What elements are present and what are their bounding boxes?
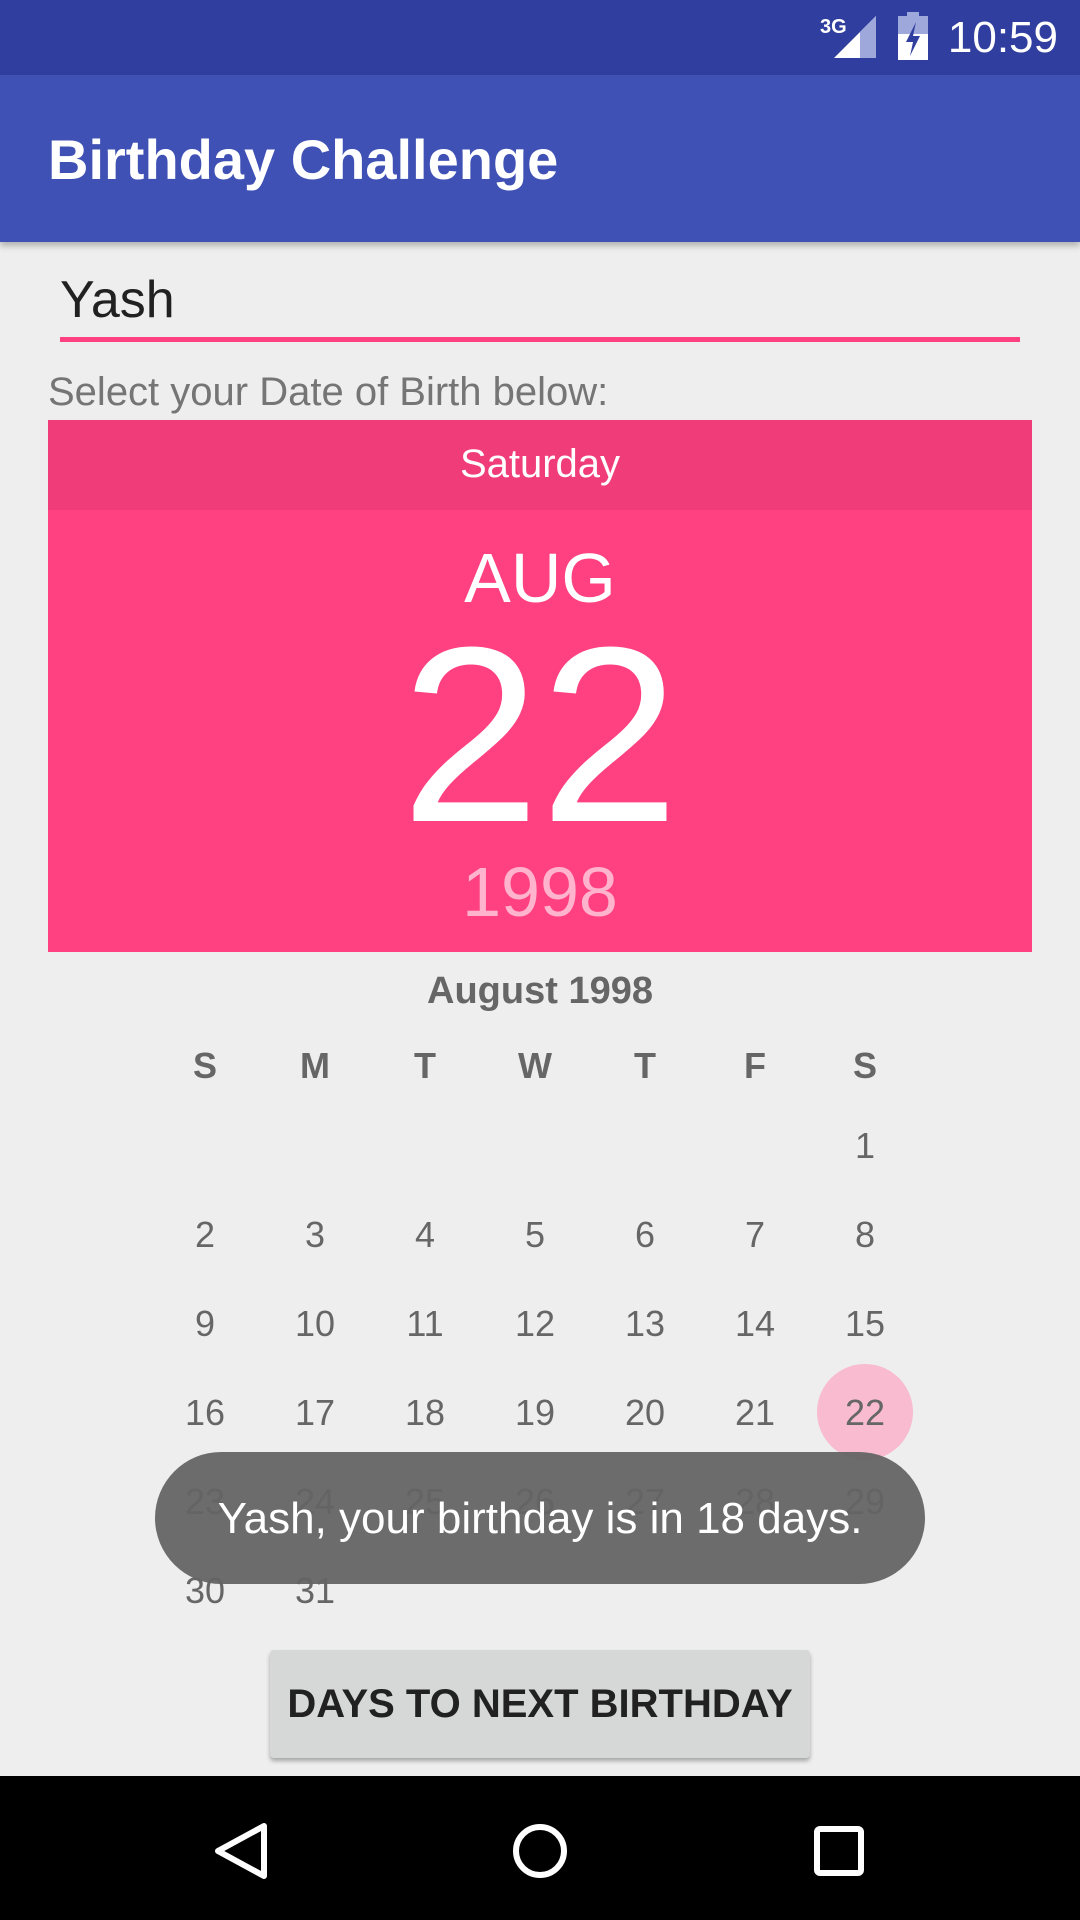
calendar-day[interactable]: 11 <box>370 1304 480 1344</box>
calendar-day[interactable]: 16 <box>150 1393 260 1433</box>
calendar-day[interactable]: 1 <box>810 1126 920 1166</box>
app-title: Birthday Challenge <box>48 128 559 191</box>
weekday-header: T <box>414 1045 436 1086</box>
calendar-day[interactable]: 3 <box>260 1215 370 1255</box>
app-bar: Birthday Challenge <box>0 75 1080 242</box>
weekday-header: T <box>634 1045 656 1086</box>
signal-icon <box>834 16 876 58</box>
home-icon[interactable] <box>505 1816 575 1886</box>
calendar-day[interactable]: 17 <box>260 1393 370 1433</box>
calendar-day[interactable]: 21 <box>700 1393 810 1433</box>
toast-message: Yash, your birthday is in 18 days. <box>217 1494 863 1543</box>
toast: Yash, your birthday is in 18 days. <box>155 1452 925 1584</box>
navigation-bar <box>0 1776 1080 1920</box>
weekday-header: W <box>518 1045 552 1086</box>
calendar-day[interactable]: 20 <box>590 1393 700 1433</box>
date-picker-header: Saturday AUG 22 1998 <box>48 420 1032 952</box>
calendar-day[interactable]: 18 <box>370 1393 480 1433</box>
weekday-header: S <box>192 1045 217 1086</box>
calendar-day[interactable]: 8 <box>810 1215 920 1255</box>
calendar-day-selected[interactable]: 22 <box>810 1393 920 1433</box>
calendar-day[interactable]: 12 <box>480 1304 590 1344</box>
status-bar: 3G 10:59 <box>0 0 1080 75</box>
weekday-header: F <box>744 1045 766 1086</box>
calendar-day[interactable]: 6 <box>590 1215 700 1255</box>
calendar-day[interactable]: 10 <box>260 1304 370 1344</box>
calendar-day[interactable]: 13 <box>590 1304 700 1344</box>
calendar-day[interactable]: 2 <box>150 1215 260 1255</box>
selected-year[interactable]: 1998 <box>48 852 1032 932</box>
calendar-day[interactable]: 5 <box>480 1215 590 1255</box>
calendar-day[interactable]: 15 <box>810 1304 920 1344</box>
status-time: 10:59 <box>947 13 1058 62</box>
calendar-day[interactable]: 4 <box>370 1215 480 1255</box>
calendar-day[interactable]: 19 <box>480 1393 590 1433</box>
selected-day[interactable]: 22 <box>48 610 1032 860</box>
calendar-month-title: August 1998 <box>427 970 653 1012</box>
calendar-day[interactable]: 9 <box>150 1304 260 1344</box>
battery-charging-icon <box>898 12 928 60</box>
dob-label: Select your Date of Birth below: <box>48 370 609 414</box>
back-icon[interactable] <box>206 1816 276 1886</box>
selected-weekday: Saturday <box>459 442 621 486</box>
calendar-day[interactable]: 14 <box>700 1304 810 1344</box>
weekday-header: S <box>852 1045 877 1086</box>
days-to-next-birthday-button[interactable]: DAYS TO NEXT BIRTHDAY <box>270 1650 810 1758</box>
weekday-band: Saturday <box>48 420 1032 510</box>
weekday-header: M <box>300 1045 330 1086</box>
calendar-day[interactable]: 7 <box>700 1215 810 1255</box>
name-input[interactable] <box>60 262 1020 342</box>
recents-icon[interactable] <box>804 1816 874 1886</box>
